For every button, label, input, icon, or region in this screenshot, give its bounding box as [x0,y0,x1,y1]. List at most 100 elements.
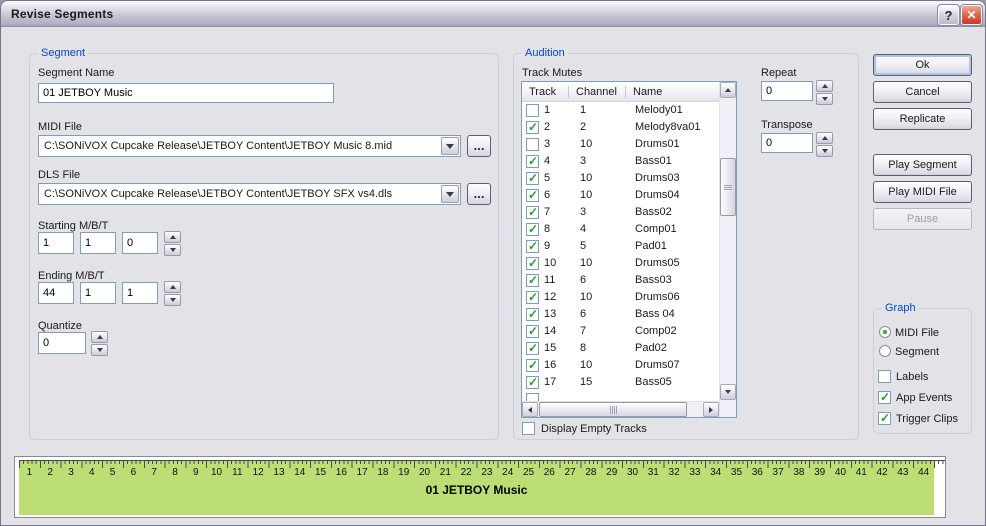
table-row[interactable]: 11Melody01 [522,102,719,119]
spinner-up-button[interactable] [816,80,833,92]
graph-checkbox-label: Trigger Clips [896,413,958,425]
table-row[interactable]: 84Comp01 [522,221,719,238]
track-mute-checkbox[interactable] [526,189,539,202]
measure-number: 13 [269,467,290,480]
measure-number: 39 [809,467,830,480]
measure-number: 3 [61,467,82,480]
table-row[interactable]: 43Bass01 [522,153,719,170]
spinner-up-button[interactable] [816,132,833,144]
spinner-up-button[interactable] [164,231,181,243]
track-mute-checkbox[interactable] [526,121,539,134]
display-empty-tracks-checkbox[interactable] [522,422,535,435]
starting-tick-input[interactable] [122,232,158,254]
ok-button[interactable]: Ok [873,54,972,76]
midi-file-browse-button[interactable]: ... [467,135,491,157]
ending-beat-input[interactable] [80,282,116,304]
arrow-up-icon [170,235,176,239]
help-button[interactable]: ? [938,5,959,25]
spinner-down-button[interactable] [816,145,833,157]
table-row[interactable]: 147Comp02 [522,323,719,340]
dls-file-dropdown-button[interactable] [441,185,459,203]
spinner-down-button[interactable] [91,344,108,356]
track-mute-checkbox[interactable] [526,240,539,253]
track-mute-checkbox[interactable] [526,104,539,117]
graph-radio-label: MIDI File [895,327,939,339]
table-row[interactable]: 510Drums03 [522,170,719,187]
measure-number: 11 [227,467,248,480]
table-row[interactable]: 116Bass03 [522,272,719,289]
starting-measure-input[interactable] [38,232,74,254]
table-row[interactable]: 1010Drums05 [522,255,719,272]
table-row[interactable]: 22Melody8va01 [522,119,719,136]
measure-number: 19 [393,467,414,480]
column-header-name[interactable]: Name [626,86,719,98]
table-row[interactable]: 158Pad02 [522,340,719,357]
arrow-down-icon [725,390,731,394]
table-row[interactable]: 73Bass02 [522,204,719,221]
spinner-up-button[interactable] [164,281,181,293]
ending-tick-input[interactable] [122,282,158,304]
repeat-input[interactable] [761,81,813,101]
play-midi-file-button[interactable]: Play MIDI File [873,181,972,203]
midi-file-dropdown-button[interactable] [441,137,459,155]
graph-radio-midi-file[interactable] [879,326,891,338]
name-cell: Bass03 [635,274,672,286]
graph-radio-segment[interactable] [879,345,891,357]
track-mute-checkbox[interactable] [526,155,539,168]
spinner-down-button[interactable] [164,244,181,256]
play-segment-button[interactable]: Play Segment [873,154,972,176]
table-row[interactable]: 610Drums04 [522,187,719,204]
column-header-track[interactable]: Track [522,86,568,98]
replicate-button[interactable]: Replicate [873,108,972,130]
cancel-button[interactable]: Cancel [873,81,972,103]
dls-file-browse-button[interactable]: ... [467,183,491,205]
horizontal-scroll-thumb[interactable] [539,402,687,417]
track-mute-checkbox[interactable] [526,325,539,338]
spinner-down-button[interactable] [164,294,181,306]
table-row[interactable]: 1210Drums06 [522,289,719,306]
table-row[interactable]: 310Drums01 [522,136,719,153]
track-number-cell: 1 [544,104,550,116]
app-events-checkbox[interactable] [878,391,891,404]
segment-name-input[interactable] [38,83,334,103]
track-mute-checkbox[interactable] [526,359,539,372]
vertical-scroll-thumb[interactable] [720,158,736,216]
track-mute-checkbox[interactable] [526,206,539,219]
column-header-channel[interactable]: Channel [569,86,625,98]
horizontal-scrollbar[interactable] [522,401,719,417]
track-mute-checkbox[interactable] [526,376,539,389]
labels-checkbox[interactable] [878,370,891,383]
starting-beat-input[interactable] [80,232,116,254]
track-mute-checkbox[interactable] [526,291,539,304]
scroll-right-button[interactable] [703,402,719,417]
table-row[interactable]: 1610Drums07 [522,357,719,374]
title-bar[interactable]: Revise Segments ? ✕ [1,1,985,27]
dls-file-combo[interactable]: C:\SONiVOX Cupcake Release\JETBOY Conten… [38,183,461,205]
track-mute-checkbox[interactable] [526,342,539,355]
track-mute-checkbox[interactable] [526,274,539,287]
graph-radio-label: Segment [895,346,939,358]
vertical-scrollbar[interactable] [719,82,736,417]
spinner-down-button[interactable] [816,93,833,105]
spinner-up-button[interactable] [91,331,108,343]
scroll-left-button[interactable] [522,402,538,417]
trigger-clips-checkbox[interactable] [878,412,891,425]
midi-file-combo[interactable]: C:\SONiVOX Cupcake Release\JETBOY Conten… [38,135,461,157]
track-mute-checkbox[interactable] [526,138,539,151]
midi-file-value: C:\SONiVOX Cupcake Release\JETBOY Conten… [39,140,441,152]
track-mute-checkbox[interactable] [526,308,539,321]
table-row[interactable]: 1715Bass05 [522,374,719,391]
scroll-down-button[interactable] [720,384,736,400]
track-mute-checkbox[interactable] [526,257,539,270]
measure-number: 40 [830,467,851,480]
track-mute-checkbox[interactable] [526,223,539,236]
table-row[interactable]: 136Bass 04 [522,306,719,323]
ending-measure-input[interactable] [38,282,74,304]
transpose-input[interactable] [761,133,813,153]
scroll-up-button[interactable] [720,82,736,98]
track-mute-checkbox[interactable] [526,172,539,185]
measure-number: 16 [331,467,352,480]
quantize-input[interactable] [38,332,86,354]
table-row[interactable]: 95Pad01 [522,238,719,255]
close-button[interactable]: ✕ [961,5,982,25]
